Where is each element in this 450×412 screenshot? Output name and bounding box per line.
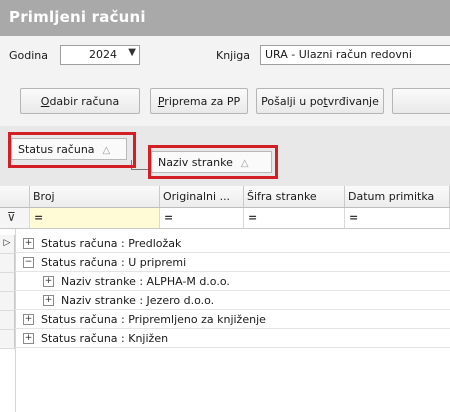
filter-bar: Godina 2024 ▼ Knjiga URA - Ulazni račun … (0, 36, 450, 78)
prepare-pp-label: riprema za PP (164, 95, 241, 108)
group-row-label: Status računa : Predložak (41, 237, 182, 250)
grid-corner (0, 186, 30, 208)
row-indicator[interactable] (0, 273, 15, 292)
group-row[interactable]: + Naziv stranke : Jezero d.o.o. (15, 292, 450, 310)
send-approval-label-start: Pošalji u po (261, 95, 324, 108)
highlight-box-client (148, 145, 278, 179)
book-select[interactable]: URA - Ulazni račun redovni (260, 45, 450, 65)
group-row[interactable]: + Status računa : Pripremljeno za knjižen… (15, 311, 450, 329)
group-row[interactable]: + Status računa : Predložak (15, 235, 450, 253)
group-row-label: Status računa : Knjižen (41, 332, 169, 345)
year-value: 2024 (89, 48, 117, 61)
expand-icon[interactable]: + (23, 314, 34, 325)
invoice-grid: Broj Originalni ... Šifra stranke Datum … (0, 186, 450, 412)
prepare-pp-button[interactable]: Priprema za PP (150, 88, 248, 114)
row-indicator[interactable] (0, 254, 15, 273)
group-row-label: Status računa : U pripremi (41, 256, 187, 269)
column-header-number[interactable]: Broj (30, 186, 160, 208)
column-header-original[interactable]: Originalni ... (160, 186, 244, 208)
year-select[interactable]: 2024 ▼ (60, 45, 140, 65)
chevron-down-icon[interactable]: ▼ (128, 47, 136, 58)
filter-cell-original[interactable]: = (160, 208, 244, 229)
row-indicator[interactable] (0, 330, 15, 349)
group-row-label: Naziv stranke : ALPHA-M d.o.o. (61, 275, 230, 288)
current-row-indicator[interactable]: ▷ (0, 235, 15, 254)
window-title-bar: Primljeni računi (0, 0, 450, 36)
filter-cell-receipt-date[interactable]: = (345, 208, 450, 229)
group-row-label: Naziv stranke : Jezero d.o.o. (61, 294, 215, 307)
send-approval-button[interactable]: Pošalji u potvrđivanje (256, 88, 384, 114)
group-row-label: Status računa : Pripremljeno za knjiženj… (41, 313, 266, 326)
window-title: Primljeni računi (9, 8, 146, 26)
select-invoice-label: dabir računa (49, 95, 120, 108)
more-toolbar-button[interactable] (392, 88, 450, 114)
group-row[interactable]: + Naziv stranke : ALPHA-M d.o.o. (15, 273, 450, 291)
row-indicator[interactable] (0, 311, 15, 330)
send-approval-label-end: vrđivanje (327, 95, 379, 108)
highlight-box-status (8, 132, 136, 168)
book-label: Knjiga (216, 49, 251, 62)
filter-row: ⊽ = = = = (0, 208, 450, 229)
group-by-panel: Status računa △ Naziv stranke △ (0, 126, 450, 186)
row-indicator[interactable] (0, 292, 15, 311)
expand-icon[interactable]: + (43, 276, 54, 287)
group-row[interactable]: + Status računa : Knjižen (15, 330, 450, 348)
select-invoice-button[interactable]: Odabir računa (20, 88, 140, 114)
year-label: Godina (9, 49, 49, 62)
filter-icon[interactable]: ⊽ (0, 208, 30, 229)
collapse-icon[interactable]: − (23, 257, 34, 268)
column-header-receipt-date[interactable]: Datum primitka (345, 186, 450, 208)
column-header-client-code[interactable]: Šifra stranke (244, 186, 345, 208)
expand-icon[interactable]: + (23, 238, 34, 249)
group-row[interactable]: − Status računa : U pripremi (15, 254, 450, 272)
book-value: URA - Ulazni račun redovni (265, 48, 412, 61)
toolbar: Odabir računa Priprema za PP Pošalji u p… (0, 78, 450, 126)
filter-cell-client-code[interactable]: = (244, 208, 345, 229)
expand-icon[interactable]: + (23, 333, 34, 344)
expand-icon[interactable]: + (43, 295, 54, 306)
filter-cell-number[interactable]: = (30, 208, 160, 229)
